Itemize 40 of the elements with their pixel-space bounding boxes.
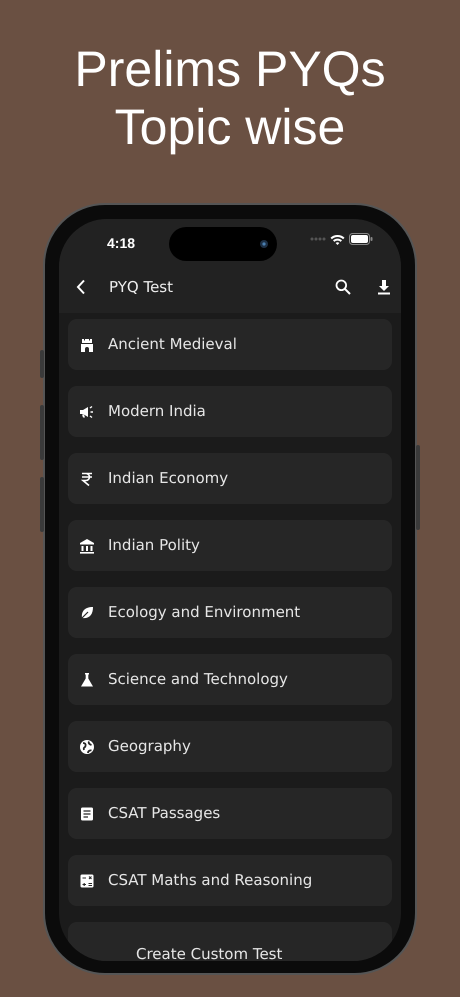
castle-icon [79, 336, 95, 352]
topic-button[interactable]: Science and Technology [68, 654, 392, 705]
leaf-icon [79, 604, 95, 620]
wifi-icon [330, 234, 345, 244]
topic-button[interactable]: CSAT Maths and Reasoning [68, 855, 392, 906]
calculator-icon [79, 872, 95, 888]
topic-button[interactable]: Ecology and Environment [68, 587, 392, 638]
back-icon[interactable] [75, 279, 87, 295]
document-icon [79, 806, 95, 822]
battery-icon [349, 233, 373, 245]
topic-label: Indian Polity [108, 535, 200, 556]
headline: Topic wise [114, 98, 346, 156]
topic-button[interactable]: Indian Economy [68, 453, 392, 504]
topic-label: Create Custom Test [136, 944, 282, 961]
status-time: 4:18 [107, 234, 136, 253]
topic-button[interactable]: Indian Polity [68, 520, 392, 571]
headline: Prelims PYQs [74, 40, 386, 98]
topic-label: Ecology and Environment [108, 602, 300, 624]
bank-icon [79, 538, 95, 554]
search-icon[interactable] [335, 279, 351, 295]
globe-icon [79, 738, 95, 754]
download-icon[interactable] [377, 279, 391, 295]
rupee-icon [79, 470, 95, 486]
signal-icon [310, 237, 326, 241]
flask-icon [79, 672, 95, 688]
topic-label: Indian Economy [108, 468, 228, 490]
camera-icon [258, 239, 269, 249]
screen-title: PYQ Test [109, 276, 173, 298]
megaphone-icon [79, 404, 95, 420]
topic-label: Geography [108, 736, 191, 758]
topic-label: Ancient Medieval [108, 334, 237, 356]
topic-button[interactable]: CSAT Passages [68, 788, 392, 839]
topic-label: Science and Technology [108, 669, 288, 690]
topic-label: Modern India [108, 401, 206, 422]
topic-label: CSAT Passages [108, 803, 220, 824]
topic-button[interactable]: Create Custom Test [68, 922, 392, 961]
topic-label: CSAT Maths and Reasoning [108, 870, 312, 892]
topic-button[interactable]: Ancient Medieval [68, 319, 392, 370]
topic-button[interactable]: Modern India [68, 386, 392, 437]
topic-button[interactable]: Geography [68, 721, 392, 772]
